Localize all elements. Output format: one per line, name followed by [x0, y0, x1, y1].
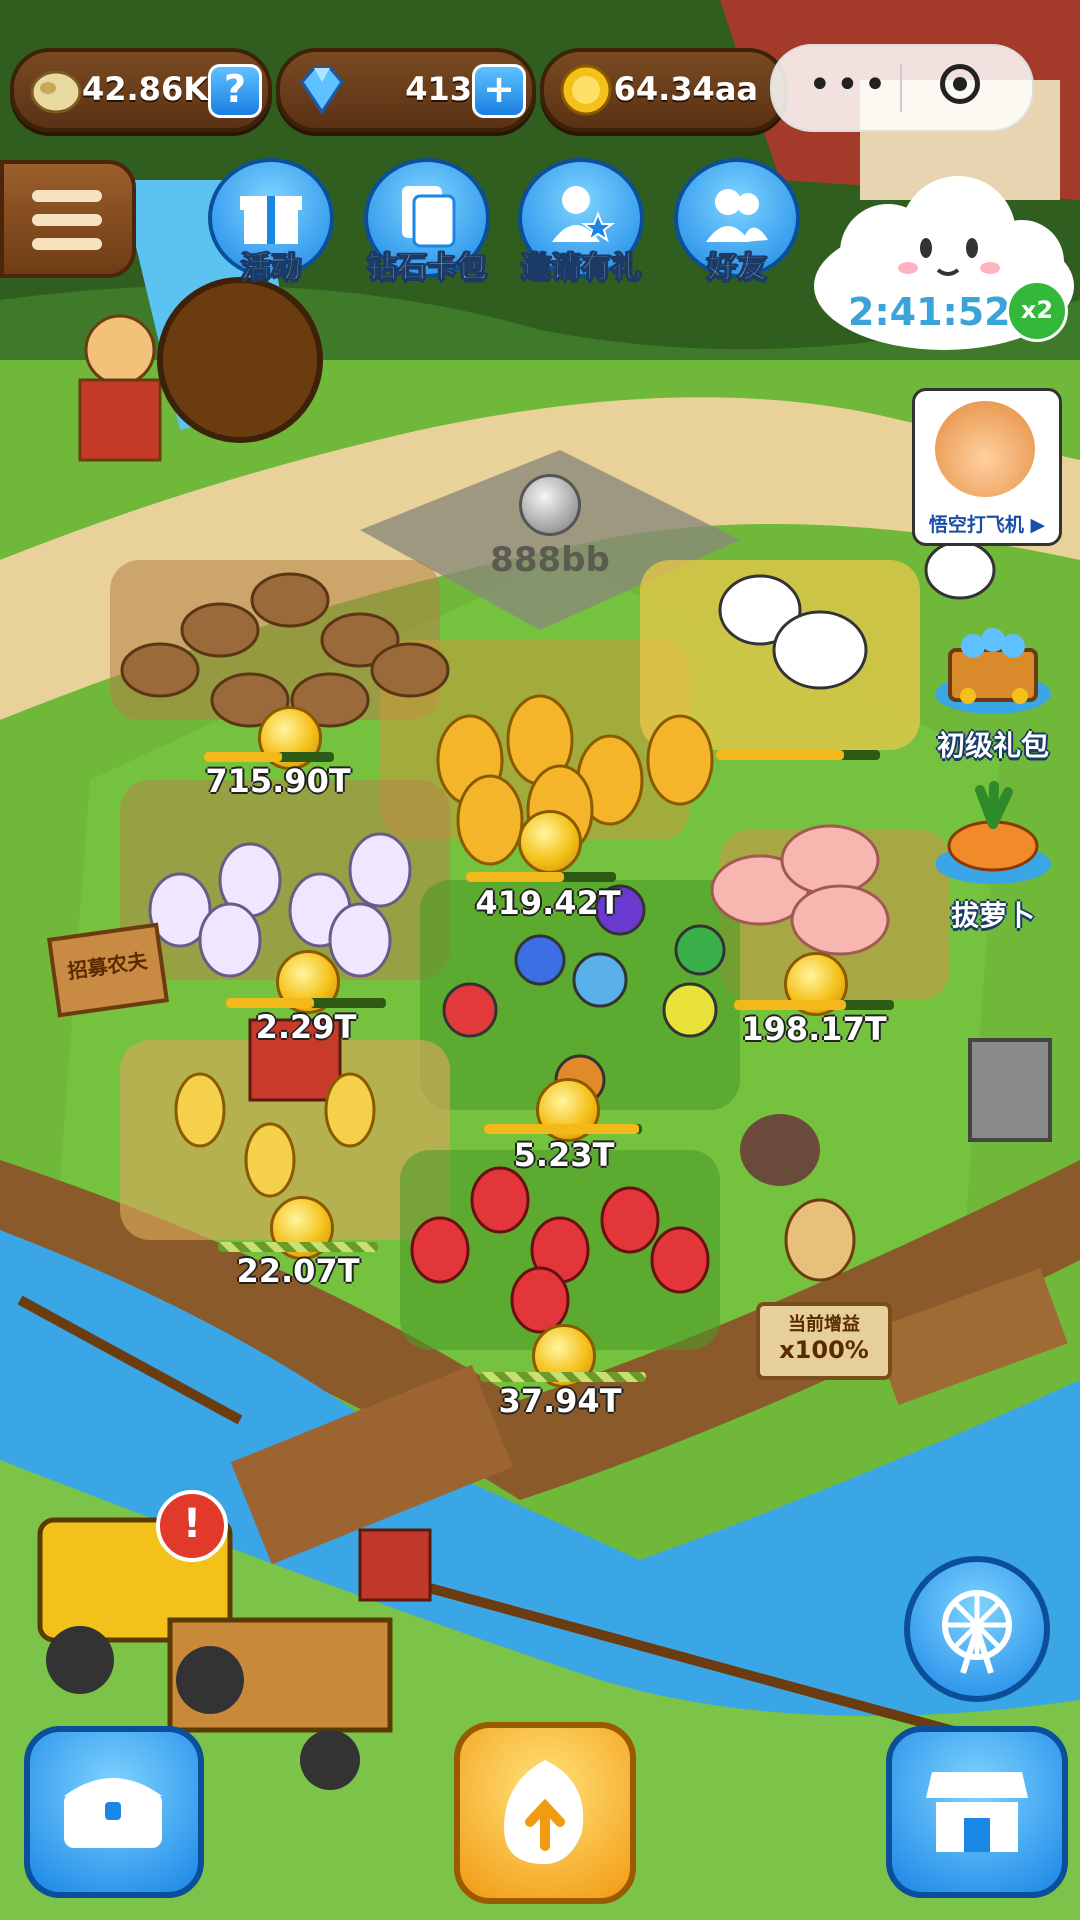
plus-icon[interactable]: + — [472, 64, 526, 118]
boost-label: 当前增益 — [788, 1314, 860, 1335]
gift-icon — [240, 196, 302, 244]
pineapple-progress — [466, 872, 616, 882]
recruit-farmer-sign[interactable]: 招募农夫 — [46, 922, 170, 1018]
pull-radish-button[interactable]: 拔萝卜 — [918, 780, 1068, 934]
tractor-alert-badge[interactable]: ! — [156, 1490, 228, 1562]
boost-board: 当前增益 x100% — [756, 1302, 892, 1380]
inventory-button[interactable] — [24, 1726, 204, 1898]
invite-label: 邀请有礼 — [521, 250, 642, 286]
locked-plot-price: 888bb — [490, 540, 610, 580]
radish-earning: 2.29T — [255, 1008, 357, 1046]
dog-plot[interactable] — [640, 560, 920, 750]
upgrade-button[interactable] — [454, 1722, 636, 1904]
miniprogram-capsule: ••• — [770, 44, 1034, 132]
shop-button[interactable] — [886, 1726, 1068, 1898]
coin-value: 64.34aa — [613, 70, 758, 108]
help-icon[interactable]: ? — [208, 64, 262, 118]
menu-line — [32, 190, 102, 202]
capsule-divider — [900, 64, 902, 112]
strawberry-earning: 37.94T — [498, 1382, 622, 1420]
diamond-card-pack-label: 钻石卡包 — [367, 250, 488, 286]
chicken-progress — [218, 1242, 378, 1252]
diamond-value: 413 — [405, 70, 472, 108]
friends-label: 好友 — [707, 250, 768, 286]
seed-upgrade-icon — [504, 1760, 584, 1865]
coin-icon — [519, 474, 581, 536]
gourd-earning: 5.23T — [513, 1136, 615, 1174]
seed-value: 42.86K — [81, 70, 208, 108]
friends-button[interactable]: 好友 — [674, 158, 800, 286]
cloud-timer: 2:41:52 — [848, 290, 1011, 334]
wukong-ad-label: 悟空打飞机 ▶ — [928, 514, 1046, 536]
menu-button[interactable] — [0, 160, 136, 278]
close-target-icon[interactable] — [940, 64, 980, 104]
chicken-earning: 22.07T — [236, 1252, 360, 1290]
pig-progress — [734, 1000, 894, 1010]
chest-icon — [64, 1778, 162, 1848]
multiplier-badge: x2 — [1006, 280, 1068, 342]
friends-icon — [706, 189, 768, 242]
invite-button[interactable]: 邀请有礼 — [518, 158, 644, 286]
gourd-progress — [484, 1124, 642, 1134]
starter-pack-label: 初级礼包 — [936, 729, 1049, 762]
coin-icon — [560, 64, 612, 116]
seed-counter: 42.86K ? — [10, 48, 272, 132]
card-pack-icon — [402, 186, 456, 248]
wukong-game-ad[interactable]: 悟空打飞机 ▶ — [912, 388, 1062, 546]
pineapple-coin[interactable] — [518, 810, 582, 874]
locked-plot[interactable]: 888bb — [470, 474, 630, 580]
coin-counter: 64.34aa — [540, 48, 788, 132]
ferris-wheel-button[interactable] — [904, 1556, 1050, 1702]
strawberry-plot[interactable] — [400, 1150, 720, 1350]
pig-earning: 198.17T — [741, 1010, 887, 1048]
ferris-wheel-icon — [942, 1590, 1012, 1674]
dog-progress — [716, 750, 880, 760]
menu-line — [32, 214, 102, 226]
diamond-icon — [300, 66, 344, 115]
potato-progress — [204, 752, 334, 762]
activity-button[interactable]: 活动 — [208, 158, 334, 286]
shop-icon — [926, 1772, 1028, 1852]
carrot-icon — [935, 781, 1051, 884]
pineapple-earning: 419.42T — [475, 884, 621, 922]
strawberry-progress — [480, 1372, 646, 1382]
starter-pack-button[interactable]: 初级礼包 — [918, 610, 1068, 764]
diamond-counter: 413 + — [276, 48, 536, 132]
more-icon[interactable]: ••• — [808, 62, 891, 108]
menu-line — [32, 238, 102, 250]
diamond-card-pack-button[interactable]: 钻石卡包 — [364, 158, 490, 286]
invite-icon — [552, 186, 615, 243]
monkey-king-icon — [935, 401, 1035, 497]
treasure-chest-icon — [935, 628, 1051, 714]
boost-value: x100% — [779, 1336, 869, 1364]
activity-label: 活动 — [241, 250, 302, 286]
pull-radish-label: 拔萝卜 — [950, 899, 1035, 932]
radish-plot[interactable] — [120, 780, 450, 980]
radish-progress — [226, 998, 386, 1008]
seed-icon — [30, 70, 82, 114]
potato-earning: 715.90T — [205, 762, 351, 800]
